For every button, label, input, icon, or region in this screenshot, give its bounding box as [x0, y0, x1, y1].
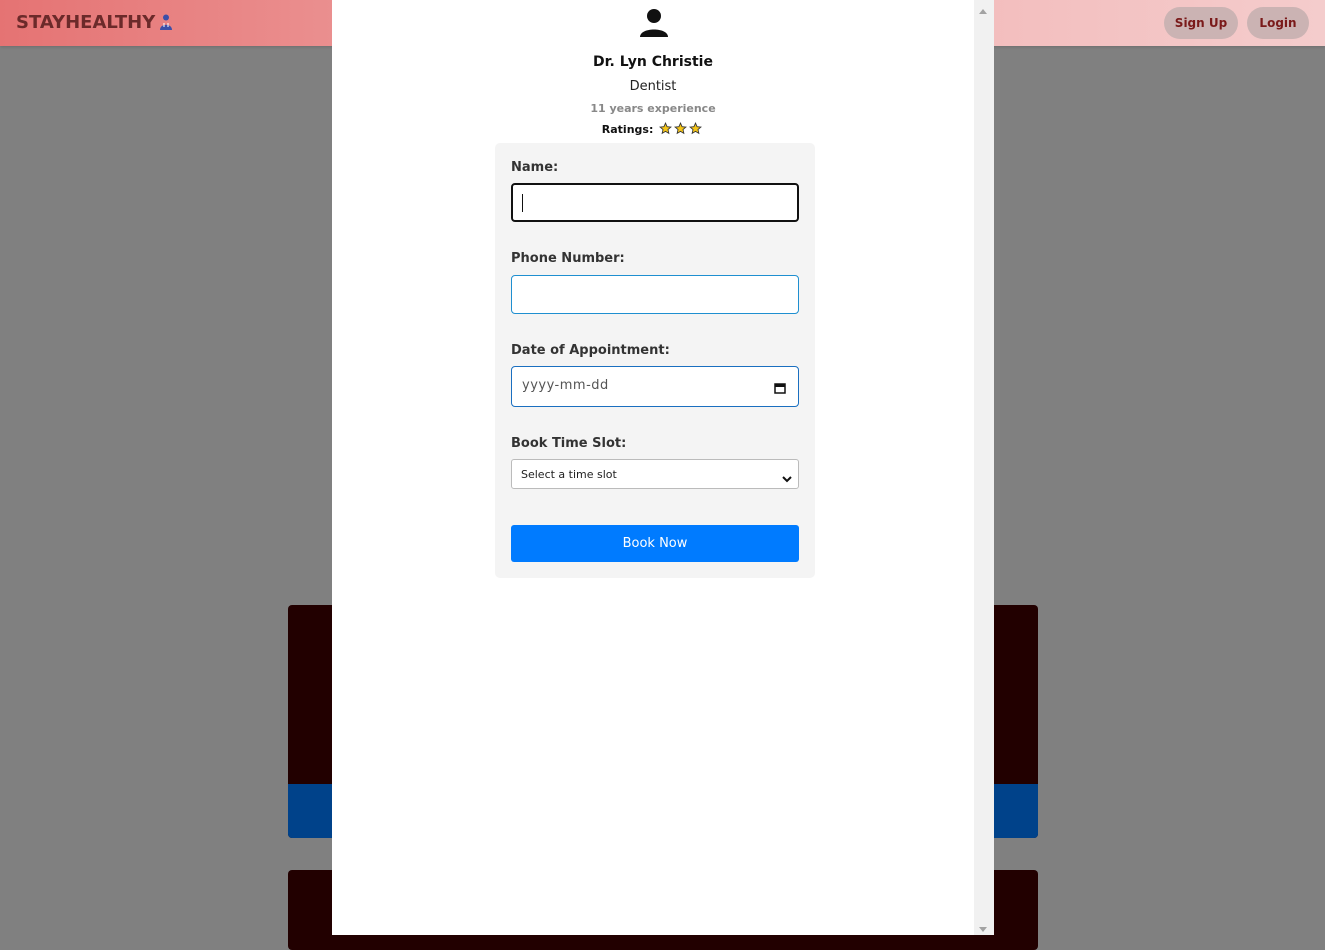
date-label: Date of Appointment: — [511, 343, 670, 358]
time-slot-select[interactable]: Select a time slot — [511, 459, 799, 489]
time-slot-value: Select a time slot — [521, 468, 617, 481]
login-button[interactable]: Login — [1247, 7, 1309, 39]
scrollbar-thumb[interactable] — [976, 20, 992, 920]
chevron-down-icon — [782, 469, 792, 483]
star-icon — [674, 122, 688, 135]
rating-stars — [659, 122, 704, 138]
scroll-up-arrow-icon[interactable] — [979, 9, 987, 14]
ratings-label: Ratings: — [601, 123, 654, 136]
doctor-name: Dr. Lyn Christie — [593, 54, 713, 70]
phone-label: Phone Number: — [511, 251, 625, 266]
appointment-form: Name: Phone Number: Date of Appointment:… — [495, 143, 815, 578]
text-caret — [522, 194, 523, 212]
time-slot-label: Book Time Slot: — [511, 436, 627, 451]
scrollbar[interactable] — [974, 0, 994, 935]
scroll-down-arrow-icon[interactable] — [979, 927, 987, 932]
sign-up-button[interactable]: Sign Up — [1164, 7, 1238, 39]
brand-name: STAYHEALTHY — [16, 12, 156, 33]
doctor-experience: 11 years experience — [590, 102, 716, 115]
name-input[interactable] — [511, 183, 799, 222]
date-input[interactable]: yyyy-mm-dd — [511, 366, 799, 407]
appointment-modal: Dr. Lyn Christie Dentist 11 years experi… — [332, 0, 994, 935]
doctor-rating: Ratings: — [332, 122, 974, 138]
calendar-icon[interactable] — [774, 379, 786, 394]
star-icon — [659, 122, 673, 135]
book-now-button[interactable]: Book Now — [511, 525, 799, 562]
date-placeholder: yyyy-mm-dd — [522, 378, 609, 393]
doctor-icon — [158, 14, 174, 35]
phone-input[interactable] — [511, 275, 799, 314]
star-icon — [689, 122, 703, 135]
brand-logo[interactable]: STAYHEALTHY — [16, 12, 174, 35]
user-icon — [639, 8, 669, 38]
name-label: Name: — [511, 160, 559, 175]
doctor-speciality: Dentist — [629, 79, 677, 94]
